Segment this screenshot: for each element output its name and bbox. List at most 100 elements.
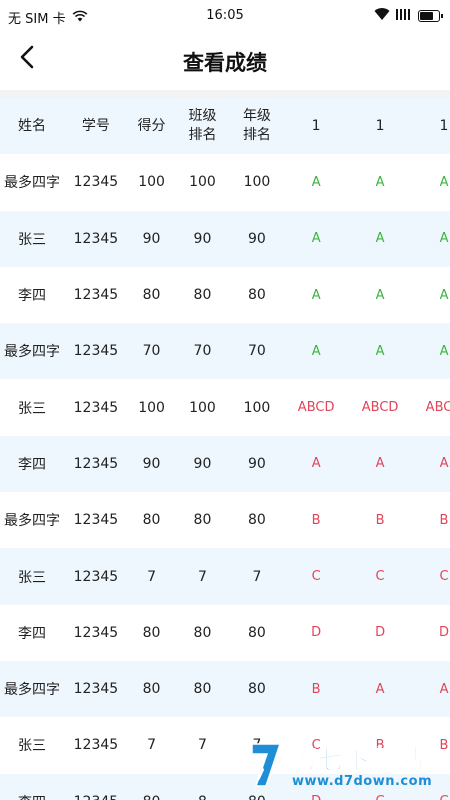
score-cell: 80 bbox=[142, 681, 161, 698]
score-cell: 90 bbox=[142, 230, 161, 247]
table-row: 张三12345777CCCC bbox=[0, 548, 450, 605]
score-cell: 70 bbox=[142, 343, 161, 360]
student-id-cell: 12345 bbox=[73, 681, 119, 698]
grade-cell: A bbox=[311, 231, 321, 247]
grade-rank-cell: 90 bbox=[248, 455, 266, 472]
score-table: 姓名学号得分班级排名年级排名1111最多四字12345100100100AAAA… bbox=[0, 98, 450, 800]
grade-cell: B bbox=[311, 681, 321, 697]
student-name-cell: 张三 bbox=[17, 231, 46, 248]
grade-cell: A bbox=[439, 456, 449, 472]
grade-cell: A bbox=[375, 174, 385, 190]
student-id-cell: 12345 bbox=[73, 512, 119, 529]
class-rank-cell: 100 bbox=[189, 174, 216, 191]
table-row: 李四12345808080DDDD bbox=[0, 604, 450, 661]
student-id-cell: 12345 bbox=[73, 568, 119, 585]
column-header: 1 bbox=[311, 117, 321, 134]
class-rank-cell: 80 bbox=[193, 681, 212, 698]
grade-cell: D bbox=[311, 625, 322, 641]
grade-rank-cell: 80 bbox=[248, 512, 266, 529]
table-row: 张三12345777CBBB bbox=[0, 717, 450, 774]
class-rank-cell: 80 bbox=[193, 287, 212, 304]
column-header: 姓名 bbox=[17, 117, 46, 134]
student-id-cell: 12345 bbox=[73, 287, 119, 304]
student-name-cell: 李四 bbox=[0, 774, 64, 800]
class-rank-cell: 100 bbox=[189, 399, 216, 416]
student-name-cell: 最多四字 bbox=[3, 344, 60, 361]
student-name-cell: 最多四字 bbox=[3, 682, 60, 699]
grade-cell: B bbox=[439, 512, 449, 528]
class-rank-cell: 7 bbox=[198, 568, 207, 585]
grade-rank-cell: 70 bbox=[248, 343, 266, 360]
score-cell: 100 bbox=[138, 399, 165, 416]
column-header: 1 bbox=[439, 117, 449, 134]
grade-cell: A bbox=[375, 456, 385, 472]
score-cell: 80 bbox=[128, 774, 175, 800]
table-row: 最多四字12345808080BBBB bbox=[0, 492, 450, 549]
score-cell: 80 bbox=[142, 512, 161, 529]
grade-cell: C bbox=[439, 569, 449, 585]
column-header: 班级 排名 bbox=[188, 108, 217, 144]
student-id-cell: 12345 bbox=[73, 455, 119, 472]
table-row: 最多四字12345707070AAAA bbox=[0, 323, 450, 380]
grade-cell: A bbox=[311, 287, 321, 303]
nav-bar: 查看成绩 bbox=[0, 32, 450, 90]
score-cell: 80 bbox=[142, 624, 161, 641]
grade-cell: C bbox=[412, 774, 450, 800]
grade-cell: A bbox=[311, 456, 321, 472]
student-name-cell: 最多四字 bbox=[3, 513, 60, 530]
grade-cell: D bbox=[439, 625, 450, 641]
grade-cell: B bbox=[375, 737, 385, 753]
status-bar: 无 SIM 卡 16:05 bbox=[0, 0, 450, 32]
student-name-cell: 张三 bbox=[17, 738, 46, 755]
score-table-viewport[interactable]: 姓名学号得分班级排名年级排名1111最多四字12345100100100AAAA… bbox=[0, 98, 450, 800]
grade-cell: C bbox=[348, 774, 412, 800]
grade-cell: ABCD bbox=[361, 400, 399, 416]
grade-cell: A bbox=[311, 343, 321, 359]
column-header: 学号 bbox=[81, 117, 110, 134]
grade-rank-cell: 100 bbox=[243, 399, 271, 416]
table-row: 李四1234580880DCCC bbox=[0, 773, 450, 800]
grade-cell: ABCD bbox=[297, 400, 335, 416]
wifi-icon bbox=[374, 8, 390, 24]
grade-rank-cell: 80 bbox=[230, 774, 284, 800]
grade-rank-cell: 80 bbox=[248, 287, 266, 304]
student-name-cell: 张三 bbox=[17, 400, 46, 417]
column-header: 年级 排名 bbox=[242, 108, 271, 144]
grade-rank-cell: 80 bbox=[248, 624, 266, 641]
class-rank-cell: 90 bbox=[193, 455, 212, 472]
grade-cell: A bbox=[375, 231, 385, 247]
battery-fill bbox=[420, 12, 433, 20]
grade-cell: A bbox=[439, 231, 449, 247]
status-right bbox=[374, 8, 443, 24]
student-id-cell: 12345 bbox=[73, 624, 119, 641]
table-row: 最多四字12345808080BAAA bbox=[0, 660, 450, 718]
grade-rank-cell: 7 bbox=[252, 568, 262, 585]
grade-cell: A bbox=[439, 681, 449, 697]
student-name-cell: 张三 bbox=[17, 569, 46, 586]
student-name-cell: 李四 bbox=[17, 456, 46, 473]
grade-cell: ABCD bbox=[425, 400, 450, 416]
class-rank-cell: 90 bbox=[193, 230, 212, 247]
class-rank-cell: 7 bbox=[198, 737, 207, 754]
grade-cell: C bbox=[375, 569, 385, 585]
score-cell: 7 bbox=[147, 568, 157, 585]
grade-cell: D bbox=[284, 774, 348, 800]
grade-cell: B bbox=[375, 512, 385, 528]
grade-cell: D bbox=[375, 625, 386, 641]
student-id-cell: 12345 bbox=[73, 343, 119, 360]
class-rank-cell: 70 bbox=[193, 343, 212, 360]
score-cell: 90 bbox=[142, 455, 161, 472]
student-id-cell: 12345 bbox=[73, 174, 119, 191]
grade-cell: A bbox=[375, 681, 385, 697]
student-name-cell: 最多四字 bbox=[3, 175, 60, 192]
class-rank-cell: 8 bbox=[175, 774, 229, 800]
grade-cell: A bbox=[439, 343, 449, 359]
table-header-row: 姓名学号得分班级排名年级排名1111 bbox=[0, 98, 450, 155]
student-id-cell: 12345 bbox=[73, 399, 119, 416]
student-name-cell: 李四 bbox=[17, 288, 46, 305]
grade-cell: A bbox=[439, 287, 449, 303]
score-cell: 7 bbox=[147, 737, 157, 754]
column-header: 得分 bbox=[137, 117, 166, 134]
grade-rank-cell: 80 bbox=[248, 681, 266, 698]
grade-rank-cell: 100 bbox=[243, 174, 271, 191]
